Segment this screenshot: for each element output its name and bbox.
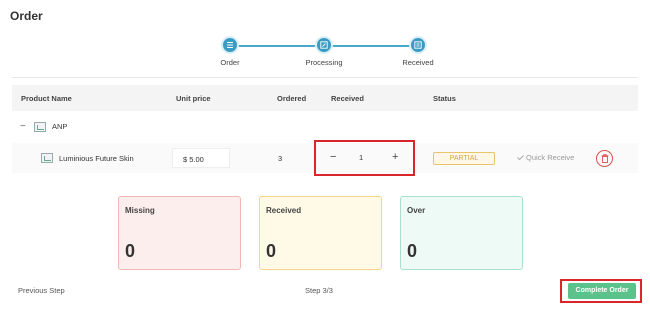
product-thumbnail-icon: [41, 153, 53, 163]
status-badge: PARTIAL: [433, 152, 495, 165]
unit-price-field[interactable]: $ 5.00: [172, 148, 230, 168]
received-value: 0: [266, 241, 277, 261]
decrement-button[interactable]: −: [330, 152, 336, 163]
step-indicator: Step 3/3: [305, 286, 333, 295]
missing-label: Missing: [125, 206, 155, 215]
unit-price-value: $ 5.00: [183, 155, 204, 164]
increment-button[interactable]: +: [392, 152, 398, 163]
divider: [12, 77, 638, 78]
over-card: Over 0: [400, 196, 523, 270]
step-order[interactable]: Order: [190, 38, 270, 67]
missing-value: 0: [125, 241, 136, 261]
step-label: Order: [220, 58, 240, 67]
product-name: Luminious Future Skin: [59, 154, 134, 163]
missing-card: Missing 0: [118, 196, 241, 270]
delete-button[interactable]: [596, 150, 613, 167]
received-card: Received 0: [259, 196, 382, 270]
header-ordered: Ordered: [277, 94, 307, 103]
complete-order-button[interactable]: Complete Order: [568, 283, 636, 299]
quick-receive-icon: [517, 155, 524, 161]
collapse-minus-icon[interactable]: −: [20, 122, 26, 132]
quick-receive-label: Quick Receive: [526, 153, 575, 162]
table-header: Product Name Unit price Ordered Received…: [12, 85, 638, 111]
check-list-icon: [411, 38, 425, 52]
header-status: Status: [433, 94, 456, 103]
previous-step-button[interactable]: Previous Step: [18, 286, 65, 295]
ordered-qty: 3: [278, 154, 283, 163]
list-icon: [223, 38, 237, 52]
step-received[interactable]: Received: [378, 38, 458, 67]
product-group-row: − ANP: [12, 118, 312, 136]
header-unit-price: Unit price: [176, 94, 211, 103]
group-name: ANP: [52, 122, 68, 131]
group-thumbnail-icon: [34, 122, 46, 132]
quick-receive-button[interactable]: Quick Receive: [517, 150, 587, 166]
step-processing[interactable]: Processing: [284, 38, 364, 67]
step-label: Received: [402, 58, 434, 67]
trash-icon: [601, 154, 609, 163]
received-qty-value[interactable]: 1: [359, 153, 363, 162]
page-title: Order: [10, 9, 43, 23]
order-stepper: Order Processing Received: [0, 38, 650, 70]
received-qty-stepper: − 1 +: [314, 140, 415, 176]
over-value: 0: [407, 241, 418, 261]
header-received: Received: [331, 94, 364, 103]
step-label: Processing: [305, 58, 343, 67]
over-label: Over: [407, 206, 426, 215]
edit-icon: [317, 38, 331, 52]
received-label: Received: [266, 206, 302, 215]
header-product-name: Product Name: [21, 94, 72, 103]
